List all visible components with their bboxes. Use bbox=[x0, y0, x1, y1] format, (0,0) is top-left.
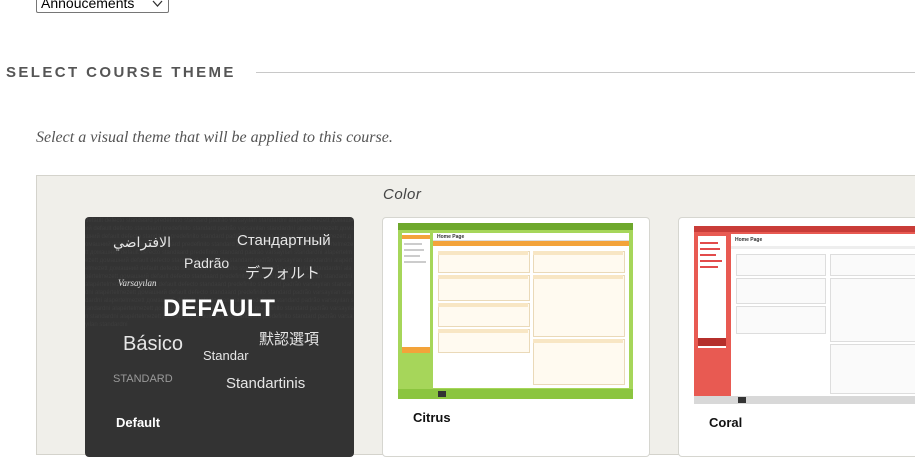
default-word-portuguese: Padrão bbox=[184, 255, 230, 271]
section-divider bbox=[256, 72, 915, 73]
default-word-french: Standar bbox=[203, 348, 249, 363]
citrus-preview-title: Home Page bbox=[433, 233, 629, 241]
theme-name-default: Default bbox=[116, 415, 161, 430]
section-title: SELECT COURSE THEME bbox=[6, 64, 236, 81]
section-description: Select a visual theme that will be appli… bbox=[36, 129, 393, 146]
page-type-select-value: Annoucements bbox=[41, 0, 135, 11]
theme-card-coral[interactable]: Home Page Coral bbox=[678, 217, 915, 457]
default-word-turkish: Varsayılan bbox=[118, 278, 157, 288]
chevron-down-icon bbox=[152, 0, 163, 7]
coral-theme-preview: Home Page bbox=[694, 226, 915, 404]
theme-name-coral: Coral bbox=[709, 415, 743, 430]
theme-card-default[interactable]: default defecto standaard predefinito st… bbox=[85, 217, 354, 457]
citrus-theme-preview: Home Page bbox=[398, 223, 633, 399]
default-word-arabic: الافتراضي bbox=[113, 235, 171, 251]
page-type-select[interactable]: Annoucements bbox=[36, 0, 169, 13]
theme-card-citrus[interactable]: Home Page Citrus bbox=[382, 217, 650, 457]
default-word-lithuanian: Standartinis bbox=[226, 375, 306, 392]
theme-name-citrus: Citrus bbox=[413, 410, 451, 425]
coral-preview-title: Home Page bbox=[731, 234, 915, 246]
default-word-japanese: デフォルト bbox=[245, 264, 321, 282]
default-word-spanish: Básico bbox=[123, 333, 184, 355]
default-word-standard: STANDARD bbox=[113, 373, 173, 385]
theme-group-label: Color bbox=[383, 186, 422, 203]
default-word-russian: Стандартный bbox=[237, 232, 331, 249]
default-word-chinese: 默認選項 bbox=[259, 330, 320, 348]
default-word-english: DEFAULT bbox=[163, 295, 276, 322]
